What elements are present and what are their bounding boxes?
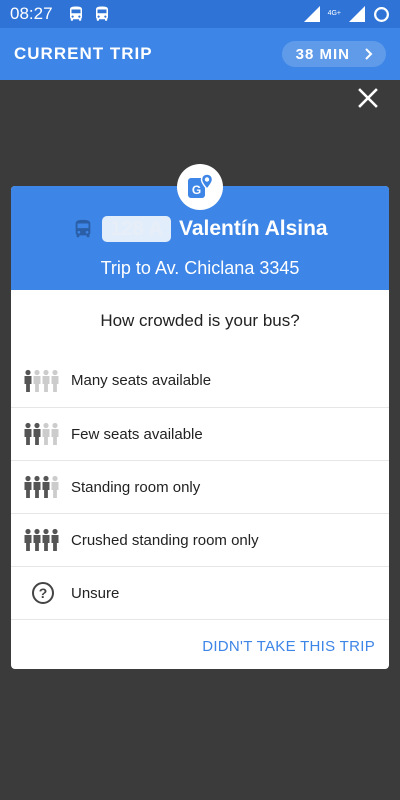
person-figure [42,369,50,392]
app-logo: G [177,164,223,210]
person-figure [24,528,32,551]
eta-button[interactable]: 38 MIN [281,41,386,67]
close-icon[interactable] [358,88,378,108]
crowding-question: How crowded is your bus? [100,311,300,330]
option-few-seats[interactable]: Few seats available [11,407,389,460]
svg-text:?: ? [39,585,48,601]
person-figure [42,422,50,445]
option-label: Unsure [71,584,120,602]
route-line: 128 A Valentín Alsina [11,216,389,242]
crowd-level-4-icon [24,528,59,551]
network-type: 4G+ [327,10,341,17]
person-figure [51,369,59,392]
crowd-level-1-icon [24,369,59,392]
person-figure [33,422,41,445]
person-figure [51,422,59,445]
bus-icon [76,219,91,238]
trip-destination: Trip to Av. Chiclana 3345 [100,258,300,278]
person-figure [42,475,50,498]
person-figure [24,369,32,392]
help-icon-wrap: ? [23,581,63,605]
signal-icon-secondary [349,6,365,22]
map-pin-logo-icon: G [188,173,214,198]
chevron-right-icon [365,48,373,60]
dialog-header: G 128 A Valentín Alsina Trip to Av. Chic… [11,164,389,290]
route-number-badge: 128 A [102,216,172,242]
status-time: 08:27 [10,4,53,23]
option-unsure[interactable]: ? Unsure [11,566,389,619]
svg-text:G: G [192,183,201,197]
option-label: Crushed standing room only [71,531,259,549]
didnt-take-trip-button[interactable]: DIDN'T TAKE THIS TRIP [202,638,375,655]
person-figure [33,528,41,551]
option-label: Few seats available [71,425,203,443]
route-name: Valentín Alsina [179,217,328,240]
person-figure [33,369,41,392]
status-icons: 4G+ [303,6,390,23]
battery-ring-icon [374,6,389,22]
person-figure [33,475,41,498]
person-figure [42,528,50,551]
app-bar: CURRENT TRIP 38 MIN [0,28,400,80]
bus-notification-icon [95,6,108,21]
crowd-level-2-icon [24,422,59,445]
option-label: Many seats available [71,372,212,389]
person-figure [51,528,59,551]
eta-label: 38 MIN [295,45,350,63]
person-figure [24,475,32,498]
crowding-options: Many seats available Few seats available… [11,354,389,619]
crowd-level-3-icon [24,475,59,498]
crowding-dialog: G 128 A Valentín Alsina Trip to Av. Chic… [11,164,389,669]
option-crushed-standing[interactable]: Crushed standing room only [11,513,389,566]
dialog-footer: DIDN'T TAKE THIS TRIP [11,619,389,673]
status-bar: 08:27 4G+ [0,0,400,28]
signal-icon [303,6,320,22]
bus-notification-icon [69,6,82,21]
option-standing-room[interactable]: Standing room only [11,460,389,513]
app-bar-title: CURRENT TRIP [14,44,153,63]
person-figure [24,422,32,445]
person-figure [51,475,59,498]
option-many-seats[interactable]: Many seats available [11,354,389,407]
help-circle-icon: ? [32,582,54,604]
option-label: Standing room only [71,478,201,496]
